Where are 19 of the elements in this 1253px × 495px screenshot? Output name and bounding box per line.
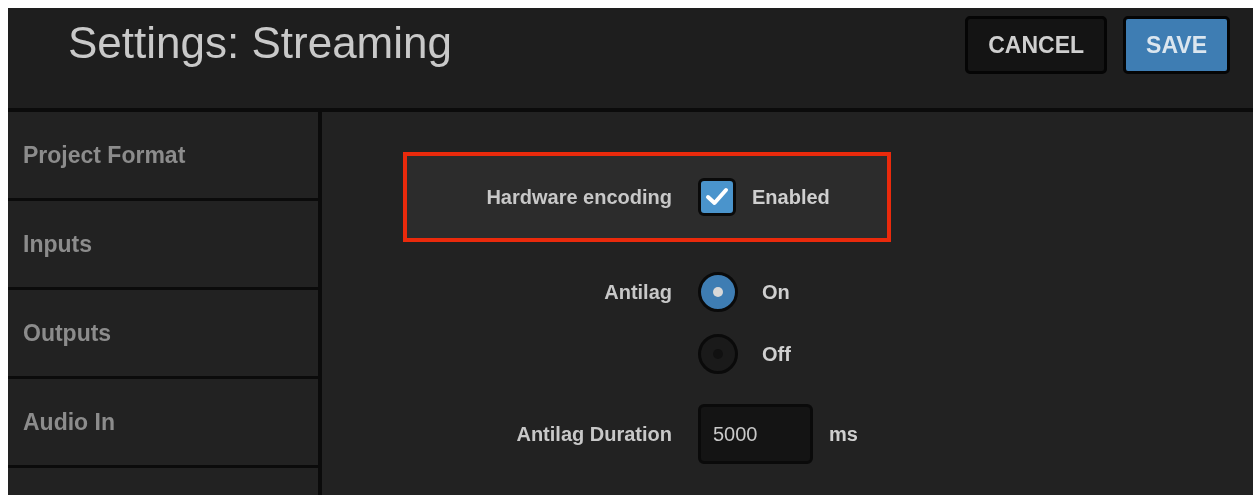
field-label: Antilag [603,280,672,305]
window-title: Settings: Streaming [68,21,452,65]
option-label: Enabled [752,185,830,210]
checkmark-icon [705,187,729,207]
sidebar-item[interactable]: Project Format [8,112,318,198]
option-label: On [762,280,790,305]
sidebar-item[interactable]: Outputs [8,290,318,376]
checkbox[interactable] [698,178,736,216]
number-field[interactable]: 5000 [698,404,813,464]
cancel-button[interactable]: CANCEL [965,16,1108,74]
radio-button[interactable] [698,272,738,312]
sidebar-item[interactable]: Inputs [8,201,318,287]
radio-button[interactable] [698,334,738,374]
save-button[interactable]: SAVE [1123,16,1230,74]
option-label: Off [762,342,791,367]
unit-label: ms [829,422,858,447]
field-label: Antilag Duration [515,422,672,447]
field-label: Hardware encoding [485,185,672,210]
sidebar-item[interactable]: Audio In [8,379,318,465]
